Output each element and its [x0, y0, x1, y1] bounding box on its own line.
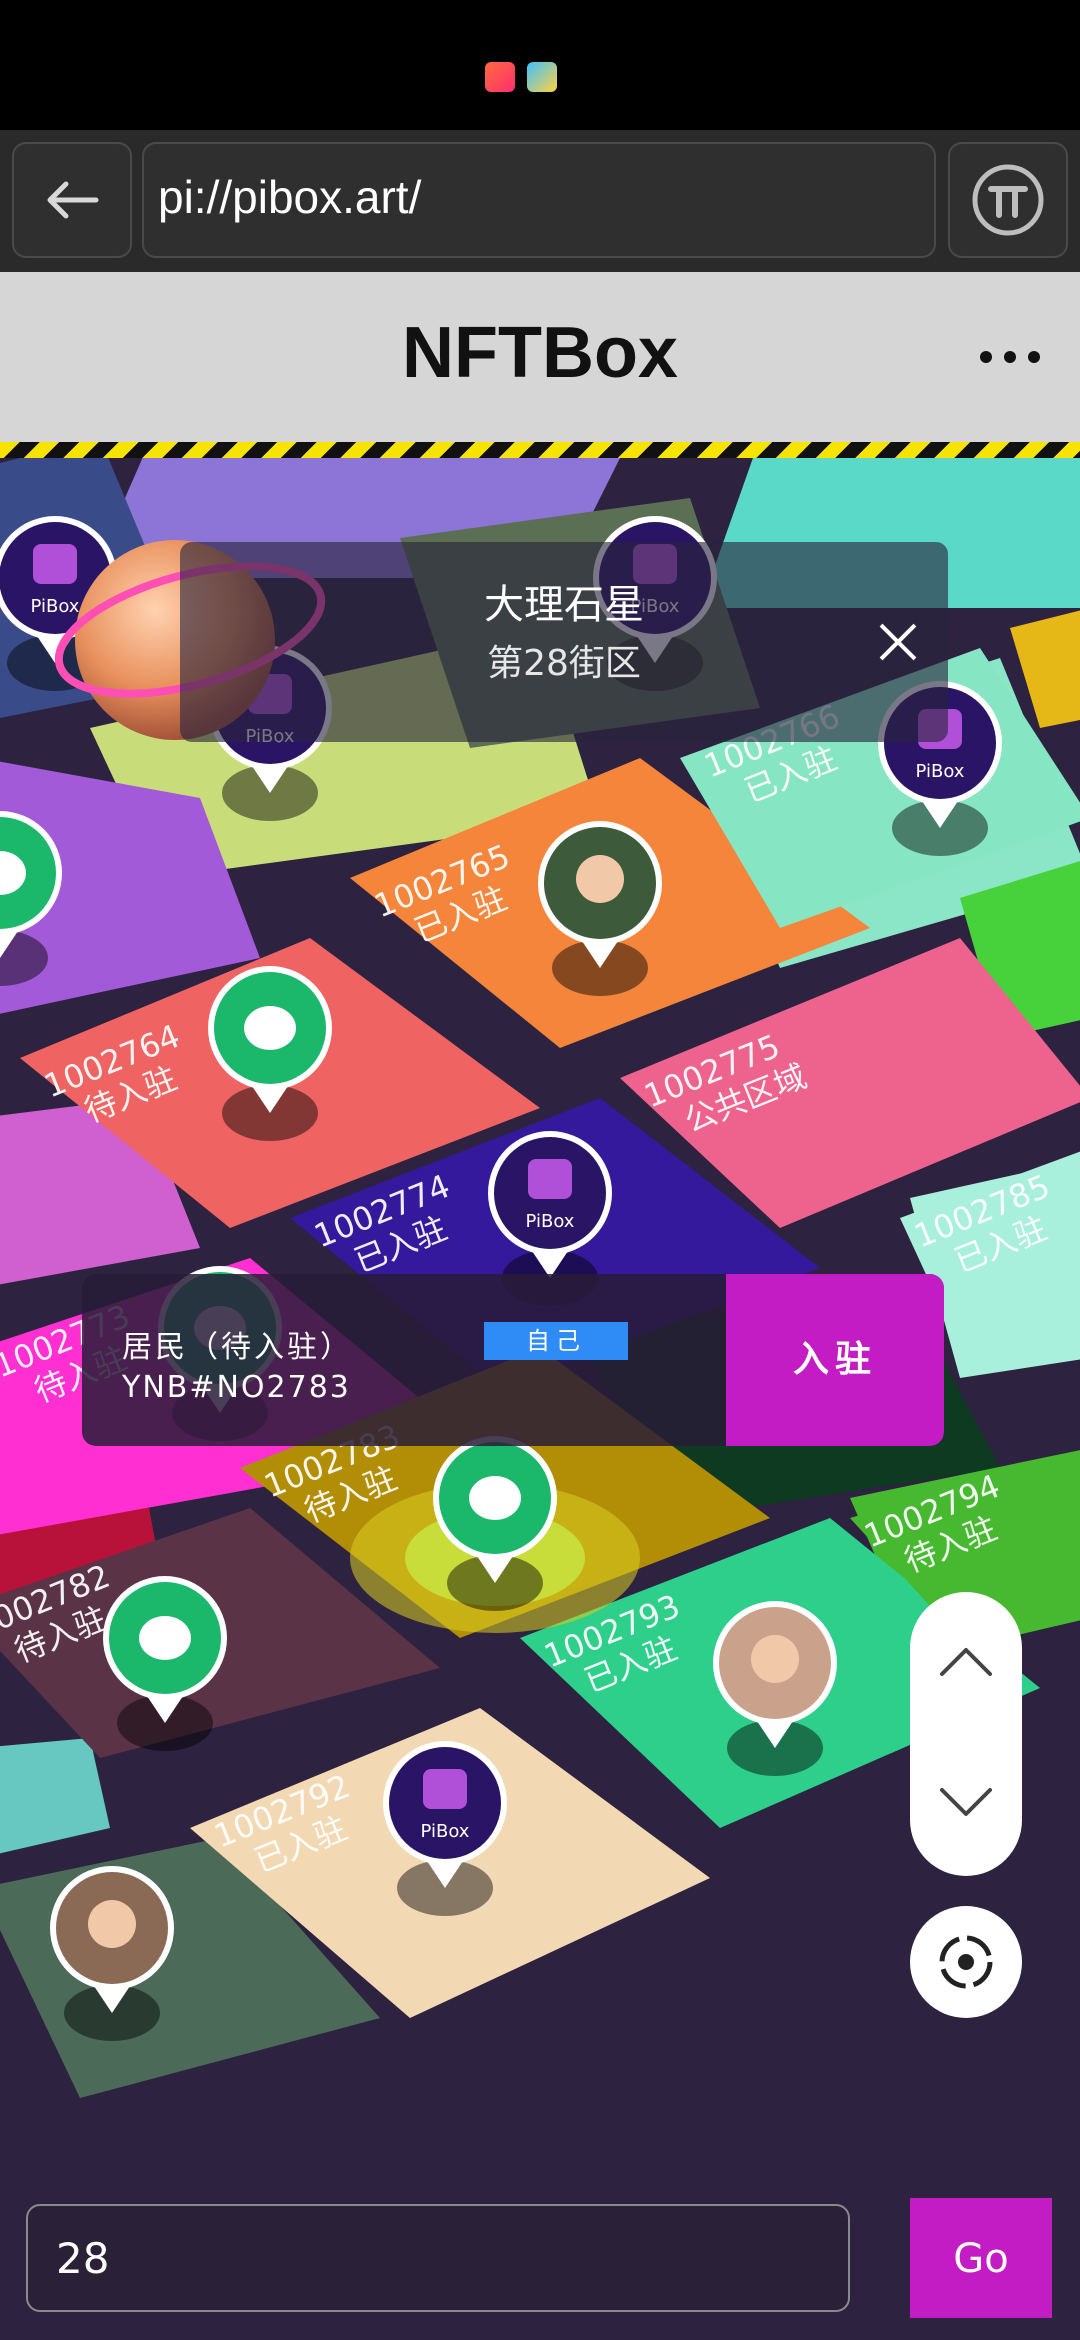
app-notification-icon	[485, 62, 515, 92]
target-icon	[939, 1935, 993, 1989]
location-pin-icon[interactable]	[208, 966, 332, 1141]
block-number-input[interactable]	[26, 2204, 850, 2312]
location-pin-icon[interactable]	[103, 1576, 227, 1751]
resident-panel: 居民（待入驻） 自己 YNB#NO2783 入驻	[82, 1274, 944, 1446]
pibox-label: PiBox	[526, 1211, 575, 1232]
district-name: 大理石星	[484, 582, 644, 628]
address-bar[interactable]: pi://pibox.art/	[142, 142, 936, 258]
district-block: 第28街区	[487, 643, 641, 684]
app-header: NFTBox	[0, 272, 1080, 442]
more-options-icon[interactable]	[980, 342, 1040, 372]
resident-id: YNB#NO2783	[122, 1370, 351, 1405]
chevron-down-icon[interactable]	[938, 1786, 994, 1822]
app-notification-icon	[527, 62, 557, 92]
chevron-up-icon[interactable]	[938, 1642, 994, 1678]
status-bar	[0, 0, 1080, 130]
notification-icons	[485, 62, 557, 92]
pi-browser-button[interactable]	[948, 142, 1068, 258]
pibox-label: PiBox	[916, 761, 965, 782]
bottom-search-bar: Go	[0, 2198, 1080, 2340]
pibox-label: PiBox	[421, 1821, 470, 1842]
go-button[interactable]: Go	[910, 2198, 1052, 2318]
avatar-pin[interactable]	[713, 1601, 837, 1776]
self-badge: 自己	[484, 1322, 628, 1360]
hazard-stripe	[0, 442, 1080, 458]
resident-status-label: 居民（待入驻）	[122, 1330, 353, 1365]
scroll-control	[910, 1592, 1022, 1876]
avatar-pin[interactable]	[538, 821, 662, 996]
move-in-button[interactable]: 入驻	[726, 1274, 944, 1446]
close-icon[interactable]	[878, 622, 918, 662]
location-pin-icon[interactable]	[433, 1436, 557, 1611]
avatar-pin[interactable]	[50, 1866, 174, 2041]
page-title: NFTBox	[402, 313, 678, 393]
back-button[interactable]	[12, 142, 132, 258]
arrow-left-icon	[47, 181, 99, 219]
locate-button[interactable]	[910, 1906, 1022, 2018]
district-info-card: 大理石星 第28街区	[180, 542, 948, 742]
browser-toolbar: pi://pibox.art/	[0, 130, 1080, 272]
pi-logo-icon	[972, 164, 1044, 236]
url-text: pi://pibox.art/	[158, 171, 422, 223]
pibox-pin-icon[interactable]: PiBox	[383, 1741, 507, 1916]
